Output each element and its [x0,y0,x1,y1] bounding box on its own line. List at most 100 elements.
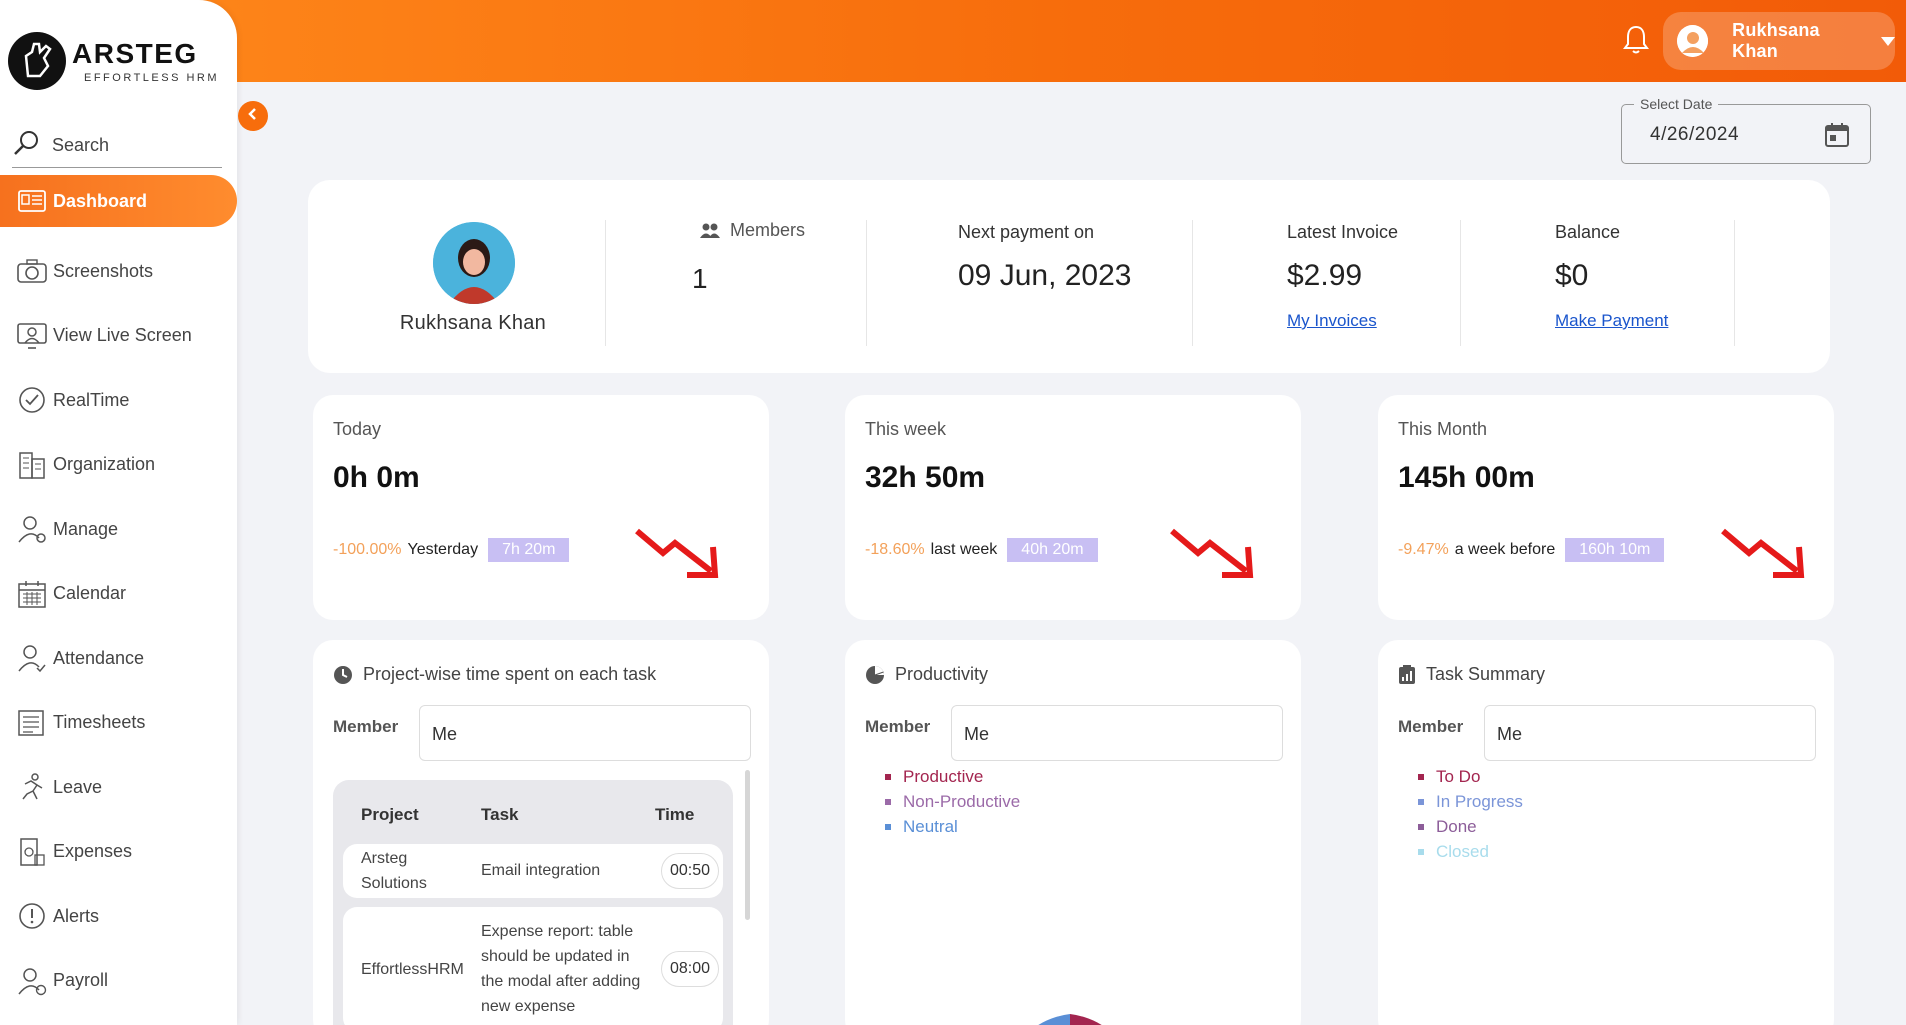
sidebar-item-label: Attendance [53,647,145,668]
collapse-sidebar-button[interactable] [238,101,268,131]
member-select[interactable]: Me [951,705,1283,761]
row-project: Arsteg Solutions [361,850,427,892]
members-value: 1 [692,263,708,294]
sidebar-item-expenses[interactable]: Expenses [0,820,237,885]
sidebar-item-dashboard[interactable]: Dashboard [0,175,237,227]
chevron-left-icon [246,107,260,126]
user-gear-icon [16,513,48,545]
sidebar-item-label: RealTime [53,389,130,410]
stat-compare-badge: 40h 20m [1007,538,1098,562]
table-row[interactable]: Arsteg Solutions Email integration 00:50 [343,844,723,898]
document-lines-icon [16,707,48,739]
sidebar-item-realtime[interactable]: RealTime [0,368,237,433]
stat-label: This Month [1398,419,1488,439]
stat-value: 0h 0m [333,461,420,494]
sidebar-search[interactable]: Search [12,124,222,168]
member-label: Member [333,717,399,736]
member-select-value: Me [432,724,458,744]
notification-bell-icon[interactable] [1618,22,1654,58]
sidebar-item-view-live-screen[interactable]: View Live Screen [0,304,237,369]
my-invoices-link[interactable]: My Invoices [1287,311,1447,331]
divider [866,220,867,346]
sidebar-item-label: Calendar [53,583,127,604]
stat-compare-label: Yesterday [407,541,479,558]
sidebar-item-attendance[interactable]: Attendance [0,626,237,691]
divider [1734,220,1735,346]
member-select-value: Me [1497,724,1523,744]
row-project: EffortlessHRM [361,961,464,978]
search-icon [12,129,40,162]
account-summary-card: Rukhsana Khan Members 1 Next payment on … [308,180,1830,373]
user-menu-button[interactable]: Rukhsana Khan [1663,12,1895,70]
date-picker-value: 4/26/2024 [1650,124,1740,145]
sidebar-item-label: Manage [53,518,119,539]
stat-card-month: This Month 145h 00m -9.47% a week before… [1378,395,1834,620]
legend-item-closed[interactable]: Closed [1418,839,1523,864]
member-select[interactable]: Me [1484,705,1816,761]
receipt-icon [16,836,48,868]
dashboard-icon [16,185,48,217]
trend-down-arrow-icon [635,525,725,586]
stat-comparison: -18.60% last week 40h 20m [865,538,1098,562]
stat-change-percent: -100.00% [333,541,402,558]
pie-chart-icon [865,665,885,685]
clipboard-chart-icon [1398,664,1416,685]
table-row[interactable]: EffortlessHRM Expense report: table shou… [343,907,723,1025]
members-icon [700,223,720,239]
balance-value: $0 [1555,259,1589,292]
sidebar-item-organization[interactable]: Organization [0,433,237,498]
row-task: Email integration [481,862,601,879]
stat-compare-badge: 160h 10m [1565,538,1665,562]
chevron-down-icon [1881,36,1895,46]
stat-value: 145h 00m [1398,461,1535,494]
task-summary-widget: Task Summary Member Me To Do In Progress… [1378,640,1834,1025]
monitor-user-icon [16,320,48,352]
legend-item-done[interactable]: Done [1418,814,1523,839]
sidebar-item-label: Organization [53,454,156,475]
stat-comparison: -100.00% Yesterday 7h 20m [333,538,570,562]
member-label: Member [865,717,931,736]
column-header-task: Task [481,805,519,824]
date-picker[interactable]: Select Date 4/26/2024 [1621,96,1871,164]
running-person-icon [16,771,48,803]
legend-item-neutral[interactable]: Neutral [885,814,1020,839]
sidebar-item-timesheets[interactable]: Timesheets [0,691,237,756]
stat-compare-badge: 7h 20m [488,538,570,562]
make-payment-link[interactable]: Make Payment [1555,311,1715,331]
latest-invoice-value: $2.99 [1287,259,1363,292]
row-task: Expense report: table should be updated … [481,923,641,1015]
sidebar-item-label: Expenses [53,841,133,862]
productivity-legend: Productive Non-Productive Neutral [885,764,1020,839]
stat-compare-label: last week [930,541,998,558]
calendar-icon[interactable] [1824,122,1850,153]
task-summary-legend: To Do In Progress Done Closed [1418,764,1523,864]
row-time: 08:00 [661,951,719,987]
table-scrollbar[interactable] [745,770,750,920]
logo-hand-icon [8,32,66,90]
widget-title: Task Summary [1426,664,1546,684]
sidebar-item-manage[interactable]: Manage [0,497,237,562]
legend-item-in-progress[interactable]: In Progress [1418,789,1523,814]
stat-card-week: This week 32h 50m -18.60% last week 40h … [845,395,1301,620]
sidebar-item-label: Dashboard [53,190,148,211]
latest-invoice-label: Latest Invoice [1287,222,1399,242]
check-circle-icon [16,384,48,416]
legend-item-non-productive[interactable]: Non-Productive [885,789,1020,814]
sidebar-item-payroll[interactable]: Payroll [0,949,237,1014]
sidebar-item-screenshots[interactable]: Screenshots [0,239,237,304]
sidebar-item-label: Timesheets [53,712,146,733]
brand-tagline: EFFORTLESS HRM [84,72,220,84]
stat-change-percent: -9.47% [1398,541,1449,558]
column-header-time: Time [655,805,695,824]
stat-label: Today [333,419,382,439]
legend-item-productive[interactable]: Productive [885,764,1020,789]
project-task-table: Project Task Time Arsteg Solutions Email… [333,780,733,1025]
sidebar-item-calendar[interactable]: Calendar [0,562,237,627]
member-select[interactable]: Me [419,705,751,761]
next-payment-value: 09 Jun, 2023 [958,259,1132,292]
legend-item-to-do[interactable]: To Do [1418,764,1523,789]
sidebar-item-label: Alerts [53,905,100,926]
sidebar-item-alerts[interactable]: Alerts [0,884,237,949]
stat-compare-label: a week before [1454,541,1556,558]
sidebar-item-leave[interactable]: Leave [0,755,237,820]
